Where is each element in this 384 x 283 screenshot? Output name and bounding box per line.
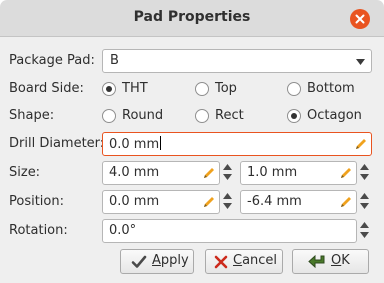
position-y-input[interactable]: -6.4 mm <box>240 190 357 214</box>
package-pad-label: Package Pad: <box>9 53 95 68</box>
spin-down-icon[interactable] <box>360 203 369 209</box>
radio-indicator <box>287 82 301 96</box>
package-pad-select[interactable]: B <box>102 49 372 73</box>
check-icon <box>131 255 147 268</box>
size-width-input[interactable]: 4.0 mm <box>102 161 220 185</box>
spin-up-icon[interactable] <box>360 222 369 228</box>
radio-indicator <box>102 109 116 123</box>
spin-up-icon[interactable] <box>223 164 232 170</box>
position-y-spinner[interactable] <box>358 190 371 214</box>
drill-diameter-label: Drill Diameter: <box>9 136 105 151</box>
board-side-radio-top[interactable]: Top <box>195 79 255 99</box>
position-x-spinner[interactable] <box>221 190 234 214</box>
pencil-icon[interactable] <box>202 195 216 209</box>
shape-option-label: Octagon <box>307 108 362 123</box>
position-x-input[interactable]: 0.0 mm <box>102 190 220 214</box>
shape-option-label: Round <box>122 108 164 123</box>
ok-arrow-icon <box>308 254 325 269</box>
shape-label: Shape: <box>9 108 55 123</box>
cancel-button-label: ancel <box>242 253 278 268</box>
size-height-value: 1.0 mm <box>247 165 298 180</box>
shape-option-label: Rect <box>215 108 244 123</box>
radio-indicator <box>287 109 301 123</box>
board-side-label: Board Side: <box>9 81 84 96</box>
size-label: Size: <box>9 165 41 180</box>
apply-button-label: pply <box>160 253 189 268</box>
text-caret <box>160 136 162 150</box>
pencil-icon[interactable] <box>354 137 368 151</box>
position-label: Position: <box>9 194 64 209</box>
board-side-option-label: THT <box>122 81 148 96</box>
position-x-value: 0.0 mm <box>109 194 160 209</box>
spin-down-icon[interactable] <box>223 174 232 180</box>
pencil-icon[interactable] <box>202 166 216 180</box>
spin-up-icon[interactable] <box>223 193 232 199</box>
dialog-title: Pad Properties <box>133 9 251 25</box>
shape-radio-round[interactable]: Round <box>102 106 172 126</box>
pad-properties-dialog: Pad Properties Package Pad: B Board Side… <box>0 0 384 283</box>
spin-down-icon[interactable] <box>360 232 369 238</box>
radio-indicator <box>195 82 209 96</box>
close-button[interactable] <box>350 9 370 29</box>
apply-button[interactable]: Apply <box>120 249 194 274</box>
size-width-spinner[interactable] <box>221 161 234 185</box>
package-pad-value: B <box>110 53 119 68</box>
spin-up-icon[interactable] <box>360 164 369 170</box>
position-y-value: -6.4 mm <box>247 194 302 209</box>
pencil-icon[interactable] <box>339 166 353 180</box>
board-side-option-label: Top <box>215 81 237 96</box>
spin-down-icon[interactable] <box>360 174 369 180</box>
rotation-input[interactable]: 0.0° <box>102 219 357 243</box>
close-icon <box>355 14 365 24</box>
board-side-option-label: Bottom <box>307 81 355 96</box>
shape-radio-rect[interactable]: Rect <box>195 106 255 126</box>
size-width-value: 4.0 mm <box>109 165 160 180</box>
ok-button-label: K <box>341 253 350 268</box>
board-side-radio-bottom[interactable]: Bottom <box>287 79 367 99</box>
drill-diameter-input[interactable]: 0.0 mm <box>102 132 372 156</box>
pencil-icon[interactable] <box>339 195 353 209</box>
cancel-x-icon <box>214 255 228 269</box>
size-height-spinner[interactable] <box>358 161 371 185</box>
radio-indicator <box>195 109 209 123</box>
rotation-spinner[interactable] <box>358 219 371 243</box>
chevron-down-icon <box>356 59 365 65</box>
title-bar: Pad Properties <box>0 0 384 37</box>
cancel-button[interactable]: Cancel <box>205 249 283 274</box>
rotation-label: Rotation: <box>9 223 68 238</box>
spin-up-icon[interactable] <box>360 193 369 199</box>
size-height-input[interactable]: 1.0 mm <box>240 161 357 185</box>
spin-down-icon[interactable] <box>223 203 232 209</box>
rotation-value: 0.0° <box>109 223 137 238</box>
shape-radio-octagon[interactable]: Octagon <box>287 106 372 126</box>
drill-diameter-value: 0.0 mm <box>109 137 160 152</box>
ok-button[interactable]: OK <box>292 249 369 274</box>
board-side-radio-tht[interactable]: THT <box>102 79 162 99</box>
radio-indicator <box>102 82 116 96</box>
